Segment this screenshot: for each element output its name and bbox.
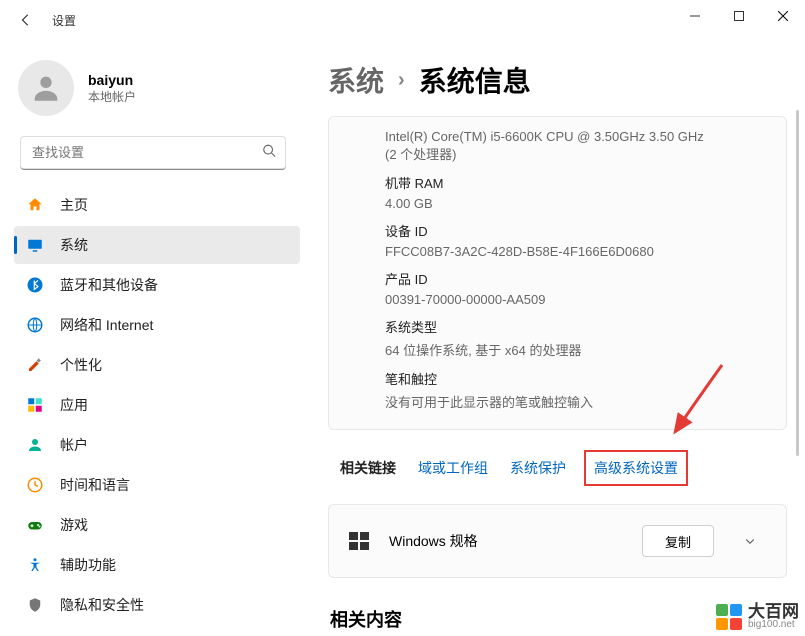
expand-button[interactable] <box>732 523 768 559</box>
accessibility-icon <box>26 556 44 574</box>
privacy-icon <box>26 596 44 614</box>
windows-spec-title: Windows 规格 <box>389 531 624 551</box>
pen-touch-value: 没有可用于此显示器的笔或触控输入 <box>385 392 768 411</box>
sidebar-item-label: 应用 <box>60 395 88 415</box>
profile-name: baiyun <box>88 72 136 88</box>
sidebar-item-apps[interactable]: 应用 <box>14 386 300 424</box>
ram-value: 4.00 GB <box>385 196 768 211</box>
search-input[interactable] <box>20 136 286 170</box>
gaming-icon <box>26 516 44 534</box>
sidebar: baiyun 本地帐户 主页系统蓝牙和其他设备网络和 Internet 个性化应用… <box>0 40 300 636</box>
minimize-button[interactable] <box>673 0 717 32</box>
sidebar-item-label: 游戏 <box>60 515 88 535</box>
sidebar-item-label: 主页 <box>60 195 88 215</box>
product-id-value: 00391-70000-00000-AA509 <box>385 292 768 307</box>
personalization-icon <box>26 356 44 374</box>
sidebar-item-accounts[interactable]: 帐户 <box>14 426 300 464</box>
sidebar-item-network[interactable]: 网络和 Internet <box>14 306 300 344</box>
link-system-protection[interactable]: 系统保护 <box>510 458 566 478</box>
sidebar-item-label: 个性化 <box>60 355 102 375</box>
watermark-url: big100.net <box>748 620 799 630</box>
network-icon <box>26 316 44 334</box>
breadcrumb-root[interactable]: 系统 <box>328 60 384 100</box>
watermark-logo-icon <box>716 604 742 630</box>
windows-spec-card[interactable]: Windows 规格 复制 <box>328 504 787 578</box>
system-type-label: 系统类型 <box>385 317 768 336</box>
sidebar-item-home[interactable]: 主页 <box>14 186 300 224</box>
sidebar-item-label: 时间和语言 <box>60 475 130 495</box>
pen-touch-label: 笔和触控 <box>385 369 768 388</box>
ram-label: 机带 RAM <box>385 173 768 192</box>
sidebar-item-label: 网络和 Internet <box>60 315 153 335</box>
avatar <box>18 60 74 116</box>
copy-button[interactable]: 复制 <box>642 525 714 557</box>
back-button[interactable] <box>8 2 44 38</box>
apps-icon <box>26 396 44 414</box>
device-id-value: FFCC08B7-3A2C-428D-B58E-4F166E6D0680 <box>385 244 768 259</box>
sidebar-item-label: 蓝牙和其他设备 <box>60 275 158 295</box>
device-id-label: 设备 ID <box>385 221 768 240</box>
close-button[interactable] <box>761 0 805 32</box>
main-content: 系统 › 系统信息 Intel(R) Core(TM) i5-6600K CPU… <box>300 40 805 636</box>
sidebar-item-time[interactable]: 时间和语言 <box>14 466 300 504</box>
cpu-value: Intel(R) Core(TM) i5-6600K CPU @ 3.50GHz… <box>385 129 768 163</box>
sidebar-item-label: 系统 <box>60 235 88 255</box>
chevron-right-icon: › <box>398 69 405 92</box>
sidebar-item-label: 帐户 <box>60 435 88 455</box>
breadcrumb-current: 系统信息 <box>419 60 531 100</box>
maximize-button[interactable] <box>717 0 761 32</box>
breadcrumb: 系统 › 系统信息 <box>328 60 787 100</box>
bluetooth-icon <box>26 276 44 294</box>
sidebar-item-label: 辅助功能 <box>60 555 116 575</box>
sidebar-item-gaming[interactable]: 游戏 <box>14 506 300 544</box>
system-type-value: 64 位操作系统, 基于 x64 的处理器 <box>385 340 768 359</box>
windows-icon <box>347 529 371 553</box>
sidebar-item-personalization[interactable]: 个性化 <box>14 346 300 384</box>
watermark: 大百网 big100.net <box>716 603 799 630</box>
product-id-label: 产品 ID <box>385 269 768 288</box>
scrollbar[interactable] <box>796 110 799 456</box>
device-specs-card: Intel(R) Core(TM) i5-6600K CPU @ 3.50GHz… <box>328 116 787 430</box>
sidebar-item-bluetooth[interactable]: 蓝牙和其他设备 <box>14 266 300 304</box>
window-title: 设置 <box>52 12 76 29</box>
time-icon <box>26 476 44 494</box>
profile-block[interactable]: baiyun 本地帐户 <box>14 52 300 136</box>
profile-subtitle: 本地帐户 <box>88 88 136 105</box>
sidebar-item-label: 隐私和安全性 <box>60 595 144 615</box>
sidebar-item-system[interactable]: 系统 <box>14 226 300 264</box>
related-links-label: 相关链接 <box>340 458 396 478</box>
link-advanced-system-settings[interactable]: 高级系统设置 <box>588 454 684 482</box>
related-links: 相关链接 域或工作组 系统保护 高级系统设置 <box>328 442 787 496</box>
accounts-icon <box>26 436 44 454</box>
watermark-name: 大百网 <box>748 603 799 620</box>
sidebar-item-privacy[interactable]: 隐私和安全性 <box>14 586 300 624</box>
search-icon <box>262 144 276 163</box>
link-domain-workgroup[interactable]: 域或工作组 <box>418 458 488 478</box>
sidebar-item-accessibility[interactable]: 辅助功能 <box>14 546 300 584</box>
home-icon <box>26 196 44 214</box>
system-icon <box>26 236 44 254</box>
